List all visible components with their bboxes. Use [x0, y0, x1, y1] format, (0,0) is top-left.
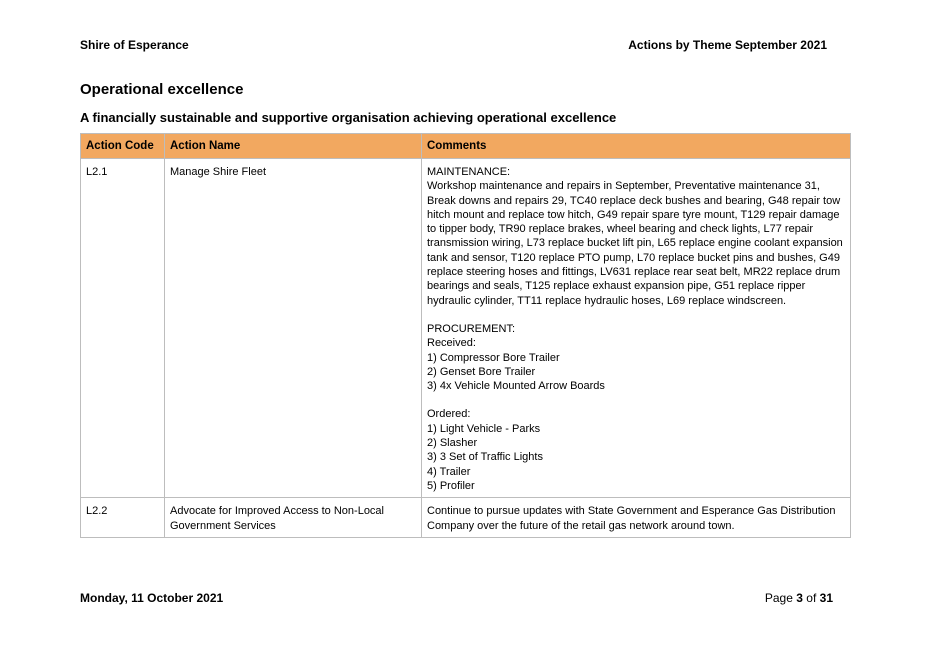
ordered-label: Ordered:	[427, 408, 471, 421]
list-item: 2) Genset Bore Trailer	[427, 365, 536, 378]
column-header-action-code: Action Code	[80, 133, 165, 159]
section-subtitle: A financially sustainable and supportive…	[80, 110, 617, 125]
list-item: 4) Trailer	[427, 465, 471, 478]
page-total: 31	[819, 591, 833, 605]
action-code-cell: L2.1	[80, 157, 165, 499]
list-item: 2) Slasher	[427, 437, 478, 450]
column-header-comments: Comments	[421, 133, 851, 159]
table-header-row: Action Code Action Name Comments	[80, 133, 851, 159]
section-title: Operational excellence	[80, 81, 244, 98]
table-row: L2.1 Manage Shire Fleet MAINTENANCE: Wor…	[80, 157, 851, 499]
header-organisation: Shire of Esperance	[80, 38, 189, 52]
action-code-cell: L2.2	[80, 497, 165, 538]
footer-date: Monday, 11 October 2021	[80, 591, 224, 605]
document-page: Shire of Esperance Actions by Theme Sept…	[0, 0, 928, 656]
column-header-action-name: Action Name	[164, 133, 422, 159]
list-item: 5) Profiler	[427, 479, 475, 492]
action-name-cell: Manage Shire Fleet	[164, 157, 422, 499]
list-item: 3) 3 Set of Traffic Lights	[427, 451, 543, 464]
list-item: 3) 4x Vehicle Mounted Arrow Boards	[427, 380, 605, 393]
procurement-heading: PROCUREMENT:	[427, 322, 516, 335]
maintenance-text: Workshop maintenance and repairs in Sept…	[427, 180, 843, 307]
action-name-cell: Advocate for Improved Access to Non-Loca…	[164, 497, 422, 538]
list-item: 1) Light Vehicle - Parks	[427, 422, 541, 435]
comments-cell: Continue to pursue updates with State Go…	[421, 497, 851, 538]
list-item: 1) Compressor Bore Trailer	[427, 351, 560, 364]
footer-page-number: Page 3 of 31	[765, 591, 833, 605]
received-label: Received:	[427, 337, 476, 350]
actions-table: Action Code Action Name Comments L2.1 Ma…	[80, 133, 851, 538]
page-current: 3	[796, 591, 803, 605]
maintenance-heading: MAINTENANCE:	[427, 166, 511, 178]
page-label: Page	[764, 591, 793, 605]
page-of-label: of	[806, 591, 817, 605]
table-row: L2.2 Advocate for Improved Access to Non…	[80, 497, 851, 538]
header-report-title: Actions by Theme September 2021	[628, 38, 827, 52]
comments-cell: MAINTENANCE: Workshop maintenance and re…	[421, 157, 851, 499]
